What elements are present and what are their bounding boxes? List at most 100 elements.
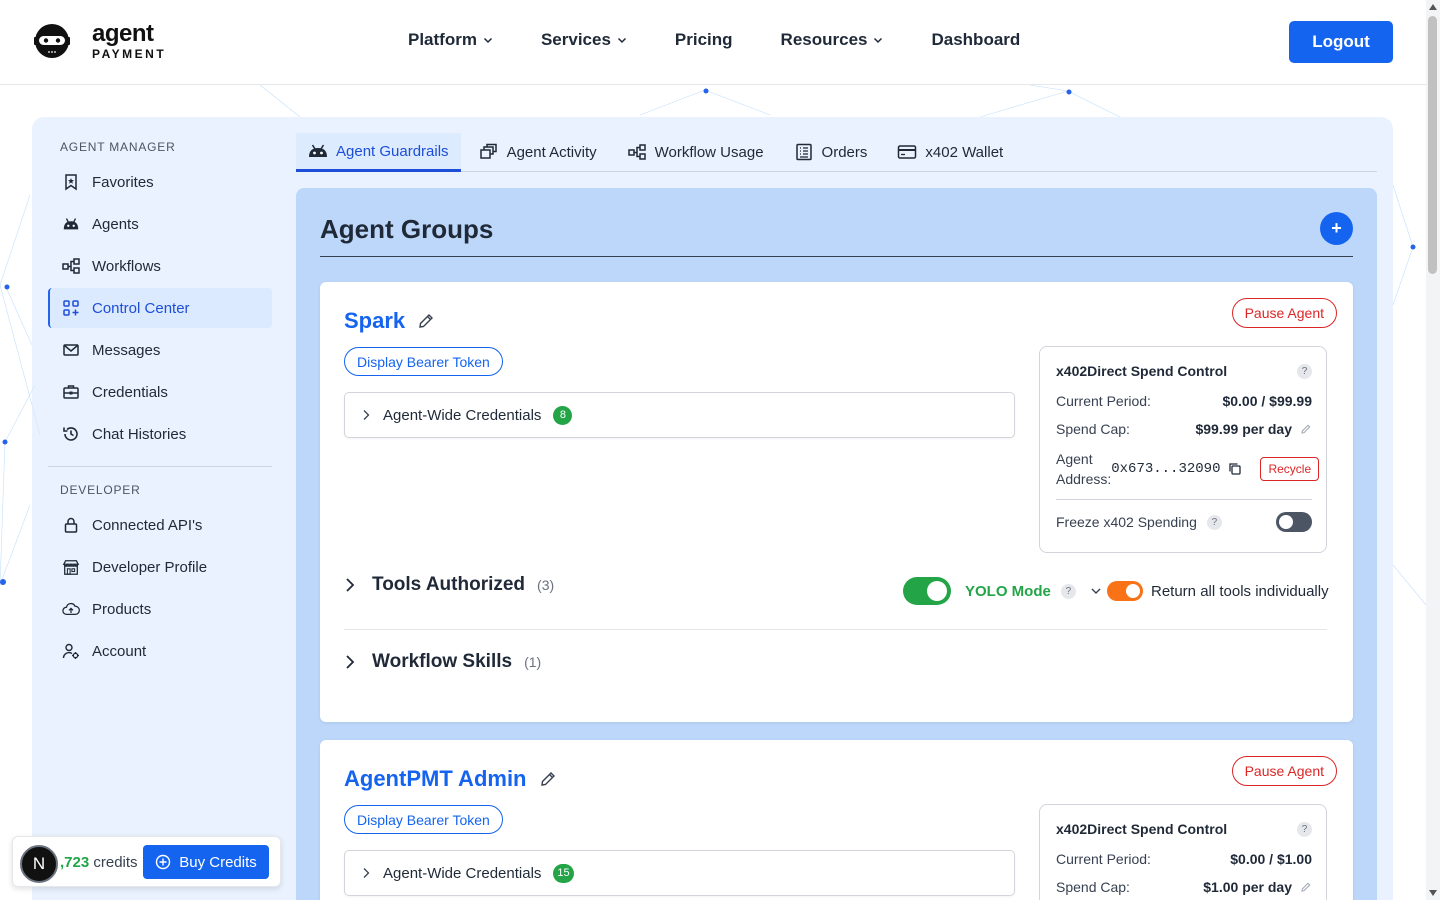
help-icon[interactable]: ? bbox=[1297, 363, 1312, 379]
sidebar-item-workflows[interactable]: Workflows bbox=[48, 246, 272, 286]
current-period-row: Current Period: $0.00 / $1.00 bbox=[1056, 851, 1312, 867]
robot-logo-icon bbox=[34, 24, 70, 58]
chevron-right-icon bbox=[346, 655, 355, 669]
sidebar-item-label: Products bbox=[92, 600, 152, 618]
buy-credits-label: Buy Credits bbox=[179, 853, 257, 871]
current-period-value: $0.00 / $99.99 bbox=[1222, 393, 1312, 409]
return-tools-individually-control: Return all tools individually bbox=[1107, 581, 1329, 601]
main-nav: Platform Services Pricing Resources Dash… bbox=[408, 30, 1068, 50]
yolo-mode-label: YOLO Mode bbox=[965, 582, 1051, 600]
sidebar-item-agents[interactable]: Agents bbox=[48, 204, 272, 244]
agent-wide-credentials-toggle[interactable]: Agent-Wide Credentials 8 bbox=[344, 392, 1015, 438]
spend-cap-value-wrap: $1.00 per day bbox=[1203, 879, 1312, 895]
agent-wide-credentials-toggle[interactable]: Agent-Wide Credentials 15 bbox=[344, 850, 1015, 896]
lock-icon bbox=[64, 517, 78, 533]
logout-button[interactable]: Logout bbox=[1289, 21, 1393, 63]
tab-x402-wallet[interactable]: x402 Wallet bbox=[885, 133, 1015, 171]
tab-workflow-usage[interactable]: Workflow Usage bbox=[615, 133, 776, 171]
freeze-spending-toggle[interactable] bbox=[1276, 512, 1312, 532]
tab-orders[interactable]: Orders bbox=[782, 133, 880, 171]
yolo-mode-toggle[interactable] bbox=[903, 577, 951, 605]
sidebar-item-credentials[interactable]: Credentials bbox=[48, 372, 272, 412]
pause-agent-button[interactable]: Pause Agent bbox=[1231, 298, 1337, 328]
chevron-right-icon bbox=[363, 868, 370, 878]
guardrails-tabs: Agent Guardrails Agent Activity Workflow… bbox=[296, 133, 1377, 172]
nav-platform[interactable]: Platform bbox=[408, 30, 493, 50]
workflow-icon bbox=[627, 144, 646, 160]
display-bearer-token-button[interactable]: Display Bearer Token bbox=[344, 347, 503, 376]
help-icon[interactable]: ? bbox=[1297, 821, 1312, 837]
spend-control-title: x402Direct Spend Control ? bbox=[1056, 821, 1312, 837]
nav-dashboard-label: Dashboard bbox=[931, 30, 1021, 49]
add-group-button[interactable]: + bbox=[1320, 212, 1353, 245]
sidebar-item-messages[interactable]: Messages bbox=[48, 330, 272, 370]
envelope-icon bbox=[63, 344, 79, 356]
pause-agent-button[interactable]: Pause Agent bbox=[1231, 756, 1337, 786]
avatar[interactable]: N bbox=[20, 845, 58, 883]
sidebar-item-label: Agents bbox=[92, 215, 139, 233]
tab-label: Agent Activity bbox=[506, 143, 597, 161]
workflow-skills-title: Workflow Skills bbox=[372, 651, 513, 672]
spend-cap-label: Spend Cap: bbox=[1056, 421, 1130, 437]
spend-cap-value: $99.99 per day bbox=[1195, 421, 1292, 437]
credits-suffix: credits bbox=[93, 854, 138, 871]
sidebar-item-label: Favorites bbox=[92, 173, 154, 191]
chevron-down-icon[interactable] bbox=[1090, 586, 1102, 596]
scroll-down-arrow-icon[interactable] bbox=[1429, 890, 1437, 896]
nav-services[interactable]: Services bbox=[541, 30, 627, 50]
sidebar-item-label: Credentials bbox=[92, 383, 168, 401]
agent-groups-content: Agent Groups + Spark Pause Agent Display… bbox=[296, 188, 1377, 900]
brand-logo[interactable]: agent PAYMENT bbox=[32, 22, 166, 60]
tools-authorized-count: (3) bbox=[537, 577, 555, 593]
credits-widget: N ,723 credits Buy Credits bbox=[12, 836, 281, 887]
help-icon[interactable]: ? bbox=[1206, 514, 1222, 530]
chevron-right-icon bbox=[363, 410, 370, 420]
copy-icon[interactable] bbox=[1228, 462, 1242, 476]
credentials-count-badge: 8 bbox=[553, 405, 573, 425]
pencil-icon[interactable] bbox=[417, 312, 435, 330]
spend-cap-value: $1.00 per day bbox=[1203, 879, 1292, 895]
sidebar-item-favorites[interactable]: Favorites bbox=[48, 162, 272, 202]
agent-address-value-wrap: 0x673...32090 bbox=[1111, 461, 1242, 477]
sidebar-item-label: Control Center bbox=[92, 299, 190, 317]
tab-agent-guardrails[interactable]: Agent Guardrails bbox=[296, 133, 461, 172]
agent-name-text: Spark bbox=[344, 308, 406, 333]
yolo-mode-control: YOLO Mode ? bbox=[903, 577, 1102, 605]
sidebar-item-label: Messages bbox=[92, 341, 161, 359]
sidebar-divider bbox=[48, 466, 272, 467]
scroll-thumb[interactable] bbox=[1428, 16, 1437, 274]
nav-dashboard[interactable]: Dashboard bbox=[931, 30, 1020, 50]
scroll-up-arrow-icon[interactable] bbox=[1429, 4, 1437, 10]
brand-line2: PAYMENT bbox=[92, 47, 167, 61]
nav-services-label: Services bbox=[540, 30, 611, 49]
sidebar-item-products[interactable]: Products bbox=[48, 589, 272, 629]
credentials-label: Agent-Wide Credentials bbox=[383, 406, 542, 424]
cloud-upload-icon bbox=[62, 602, 80, 616]
buy-credits-button[interactable]: Buy Credits bbox=[143, 845, 269, 879]
sidebar-item-label: Chat Histories bbox=[92, 425, 187, 443]
display-bearer-token-button[interactable]: Display Bearer Token bbox=[344, 805, 503, 834]
spend-cap-row: Spend Cap: $99.99 per day bbox=[1056, 421, 1312, 437]
help-icon[interactable]: ? bbox=[1060, 583, 1076, 599]
activity-icon bbox=[479, 143, 497, 159]
return-tools-toggle[interactable] bbox=[1107, 581, 1143, 601]
pencil-icon[interactable] bbox=[1300, 423, 1312, 435]
sidebar-item-chat-histories[interactable]: Chat Histories bbox=[48, 414, 272, 454]
page-scrollbar[interactable] bbox=[1426, 0, 1440, 900]
sidebar-item-connected-apis[interactable]: Connected API's bbox=[48, 505, 272, 545]
sidebar-item-account[interactable]: Account bbox=[48, 631, 272, 671]
recycle-address-button[interactable]: Recycle bbox=[1260, 457, 1320, 481]
sidebar-item-control-center[interactable]: Control Center bbox=[48, 288, 272, 328]
tab-label: Orders bbox=[821, 143, 868, 161]
workflow-skills-toggle[interactable]: Workflow Skills (1) bbox=[344, 651, 1327, 673]
pencil-icon[interactable] bbox=[1300, 881, 1312, 893]
briefcase-icon bbox=[63, 385, 79, 399]
sidebar-item-developer-profile[interactable]: Developer Profile bbox=[48, 547, 272, 587]
nav-resources[interactable]: Resources bbox=[781, 30, 884, 50]
freeze-spending-row: Freeze x402 Spending ? bbox=[1056, 512, 1312, 532]
nav-pricing[interactable]: Pricing bbox=[675, 30, 733, 50]
credentials-count-badge: 15 bbox=[553, 863, 574, 883]
agent-address-label: Agent Address: bbox=[1056, 451, 1112, 487]
pencil-icon[interactable] bbox=[539, 770, 557, 788]
tab-agent-activity[interactable]: Agent Activity bbox=[467, 133, 609, 171]
